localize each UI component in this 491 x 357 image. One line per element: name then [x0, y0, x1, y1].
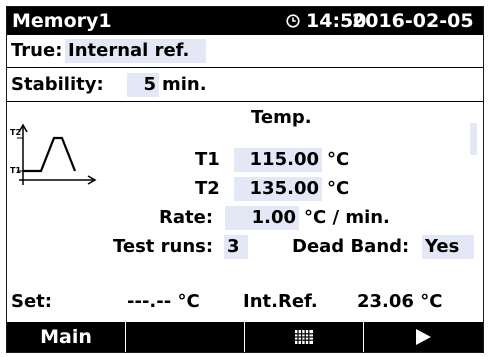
- rate-value-field[interactable]: 1.00: [225, 206, 299, 230]
- next-softkey[interactable]: [364, 322, 483, 352]
- scroll-indicator: [470, 123, 477, 155]
- set-value: ---.-- °C: [127, 291, 200, 312]
- instrument-screen: Memory1 14:50 2016-02-05 True: Internal …: [6, 6, 484, 353]
- true-value-field[interactable]: Internal ref.: [65, 39, 206, 63]
- separator: [7, 67, 483, 68]
- stability-value-field[interactable]: 5: [127, 73, 159, 97]
- t1-value-field[interactable]: 115.00: [234, 148, 322, 172]
- int-ref-value: 23.06 °C: [357, 291, 443, 312]
- stability-label: Stability:: [11, 74, 104, 95]
- temperature-profile-icon: T2 T1: [10, 123, 97, 185]
- temp-column-header: Temp.: [251, 107, 312, 128]
- keypad-softkey[interactable]: [245, 322, 364, 352]
- separator: [7, 101, 483, 102]
- keypad-grid-icon: [295, 330, 313, 344]
- stability-unit: min.: [162, 74, 207, 95]
- true-label: True:: [11, 40, 63, 61]
- test-runs-label: Test runs:: [113, 236, 214, 257]
- t2-label: T2: [195, 178, 220, 199]
- t1-unit: °C: [327, 149, 350, 170]
- softkey-bar: Main: [7, 322, 483, 352]
- int-ref-label: Int.Ref.: [243, 291, 318, 312]
- main-softkey[interactable]: Main: [7, 322, 126, 352]
- rate-label: Rate:: [159, 207, 214, 228]
- dead-band-value-field[interactable]: Yes: [422, 235, 474, 259]
- rate-unit: °C / min.: [304, 207, 390, 228]
- t1-label: T1: [195, 149, 220, 170]
- empty-softkey-2[interactable]: [126, 322, 245, 352]
- memory-title: Memory1: [12, 10, 112, 32]
- play-arrow-icon: [416, 329, 431, 345]
- dead-band-label: Dead Band:: [292, 236, 410, 257]
- diagram-upper-label: T2: [10, 128, 21, 137]
- clock-icon: [286, 14, 300, 28]
- title-bar: Memory1 14:50 2016-02-05: [7, 7, 483, 35]
- main-softkey-label: Main: [40, 326, 92, 348]
- test-runs-value-field[interactable]: 3: [224, 235, 248, 259]
- t2-value-field[interactable]: 135.00: [234, 177, 322, 201]
- t2-unit: °C: [327, 178, 350, 199]
- clock-date: 2016-02-05: [352, 10, 474, 32]
- set-label: Set:: [11, 291, 52, 312]
